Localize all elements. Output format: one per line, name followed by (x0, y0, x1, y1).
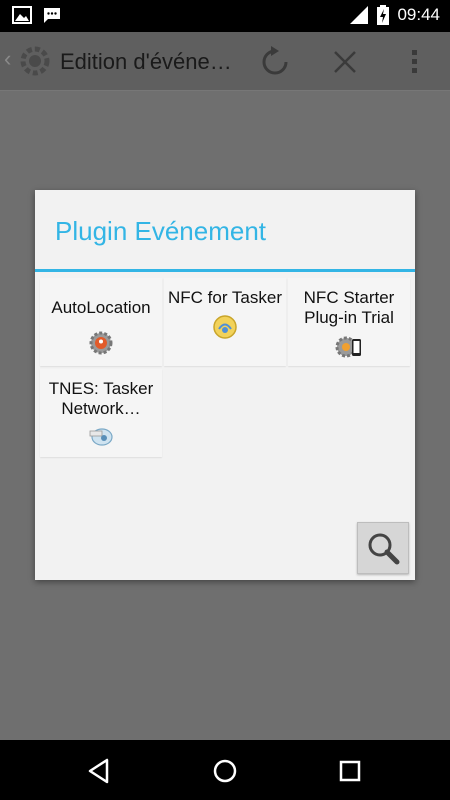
action-bar: ‹ Edition d'événe… (0, 32, 450, 90)
dialog-title-divider (35, 269, 415, 272)
search-button[interactable] (357, 522, 409, 574)
dialog-title: Plugin Evénement (55, 216, 267, 246)
up-caret-icon[interactable]: ‹ (4, 46, 11, 72)
plugin-tile-tnes[interactable]: TNES: Tasker Network… (40, 369, 162, 457)
nfc-starter-gear-phone-icon (335, 336, 361, 358)
plugin-label: NFC Starter Plug-in Trial (303, 288, 395, 327)
chat-icon (44, 8, 60, 23)
navigation-bar (0, 740, 450, 800)
home-icon[interactable] (210, 756, 240, 786)
plugin-dialog: Plugin Evénement AutoLocation NFC for Ta… (35, 190, 415, 580)
plugin-label: AutoLocation (51, 298, 151, 317)
tasker-logo-icon[interactable] (16, 42, 54, 80)
overflow-menu-icon[interactable] (397, 44, 433, 80)
recents-icon[interactable] (335, 756, 365, 786)
nfc-for-tasker-icon (213, 315, 237, 339)
status-bar: 09:44 (0, 0, 450, 32)
autolocation-gear-icon (89, 331, 113, 355)
tnes-plugin-icon (89, 428, 113, 446)
page-title: Edition d'événe… (60, 49, 232, 74)
close-icon[interactable] (327, 44, 363, 80)
image-icon (12, 6, 32, 24)
refresh-icon[interactable] (257, 44, 293, 80)
clock: 09:44 (397, 5, 440, 24)
battery-charging-icon (377, 5, 390, 25)
plugin-label: TNES: Tasker Network… (48, 379, 154, 418)
plugin-tile-autolocation[interactable]: AutoLocation (40, 278, 162, 366)
search-icon (368, 533, 400, 565)
signal-icon (350, 6, 369, 24)
plugin-tile-nfc-for-tasker[interactable]: NFC for Tasker (164, 278, 286, 366)
back-icon[interactable] (85, 756, 115, 786)
plugin-label: NFC for Tasker (168, 288, 282, 307)
plugin-tile-nfc-starter[interactable]: NFC Starter Plug-in Trial (288, 278, 410, 366)
